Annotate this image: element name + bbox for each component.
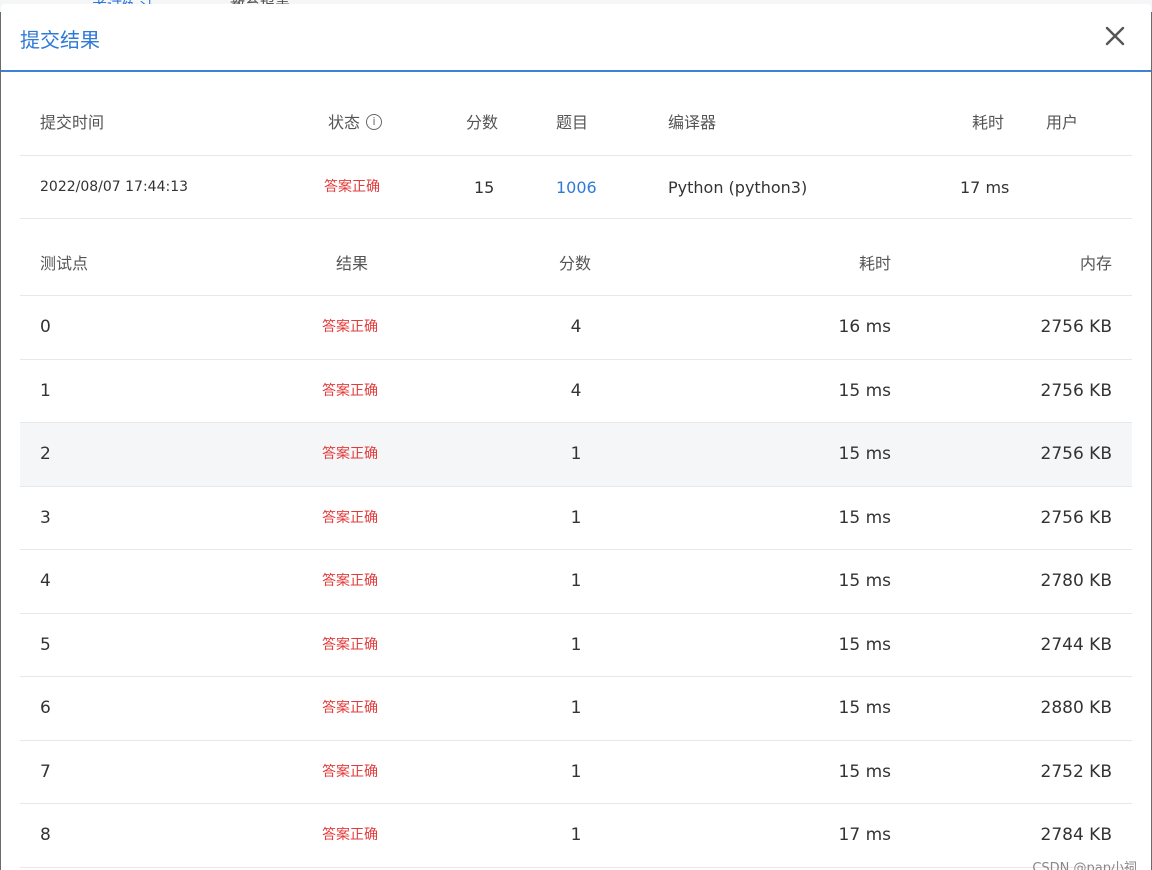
header-status-label: 状态 xyxy=(328,113,361,132)
problem-link[interactable]: 1006 xyxy=(556,156,597,219)
table-row: 3 答案正确 1 15 ms 2756 KB xyxy=(20,487,1132,550)
header-case-time: 耗时 xyxy=(858,254,891,273)
header-problem: 题目 xyxy=(556,113,589,132)
submission-result-modal: 提交结果 提交时间 状态 i 分数 题目 编译器 耗时 用户 2022/08/07… xyxy=(1,4,1151,870)
case-result: 答案正确 xyxy=(322,509,378,526)
case-index: 8 xyxy=(40,825,51,845)
case-memory: 2756 KB xyxy=(1040,444,1112,464)
case-time: 15 ms xyxy=(838,507,891,528)
case-index: 7 xyxy=(40,761,51,782)
case-time: 16 ms xyxy=(838,317,891,337)
table-row: 1 答案正确 4 15 ms 2756 KB xyxy=(20,360,1132,423)
submit-time-value: 2022/08/07 17:44:13 xyxy=(40,179,189,195)
case-score: 4 xyxy=(570,317,582,337)
case-time: 15 ms xyxy=(838,571,891,591)
case-time: 17 ms xyxy=(838,825,891,845)
case-result: 答案正确 xyxy=(322,382,378,399)
modal-title: 提交结果 xyxy=(20,28,100,52)
summary-data-row: 2022/08/07 17:44:13 答案正确 15 1006 Python … xyxy=(20,156,1132,219)
case-index: 6 xyxy=(40,698,51,718)
time-value: 17 ms xyxy=(960,178,1010,197)
case-score: 1 xyxy=(570,507,582,528)
watermark: CSDN @pap小祠 xyxy=(1032,861,1137,870)
case-memory: 2756 KB xyxy=(1040,317,1112,337)
case-index: 1 xyxy=(40,380,51,401)
modal-header: 提交结果 xyxy=(1,4,1151,72)
header-case: 测试点 xyxy=(40,254,89,273)
case-score: 1 xyxy=(570,825,582,845)
case-time: 15 ms xyxy=(838,761,891,782)
header-submit-time: 提交时间 xyxy=(40,113,105,132)
case-result: 答案正确 xyxy=(322,446,378,462)
header-case-score: 分数 xyxy=(559,254,592,273)
status-value: 答案正确 xyxy=(324,179,380,195)
header-result: 结果 xyxy=(336,254,369,273)
case-result: 答案正确 xyxy=(322,573,378,589)
case-memory: 2744 KB xyxy=(1040,634,1112,655)
case-time: 15 ms xyxy=(838,698,891,718)
case-score: 1 xyxy=(570,761,582,782)
table-row: 4 答案正确 1 15 ms 2780 KB xyxy=(20,550,1132,614)
header-compiler: 编译器 xyxy=(668,113,717,132)
summary-header-row: 提交时间 状态 i 分数 题目 编译器 耗时 用户 xyxy=(20,90,1132,156)
case-memory: 2880 KB xyxy=(1040,698,1112,718)
table-row: 8 答案正确 1 17 ms 2784 KB xyxy=(20,804,1132,868)
case-result: 答案正确 xyxy=(322,827,378,843)
case-index: 4 xyxy=(40,571,51,591)
case-memory: 2780 KB xyxy=(1040,571,1112,591)
case-index: 3 xyxy=(40,507,51,528)
testcase-rows: 0 答案正确 4 16 ms 2756 KB 1 答案正确 4 15 ms 2756 KB 2 答案正… xyxy=(20,296,1132,868)
case-result: 答案正确 xyxy=(322,763,378,780)
summary-table: 提交时间 状态 i 分数 题目 编译器 耗时 用户 2022/08/07 17:4… xyxy=(20,90,1132,219)
header-score: 分数 xyxy=(466,113,499,132)
case-result: 答案正确 xyxy=(322,319,378,335)
case-memory: 2756 KB xyxy=(1040,380,1112,401)
header-user: 用户 xyxy=(1046,113,1079,132)
case-score: 1 xyxy=(570,444,582,464)
header-status: 状态 i xyxy=(328,90,383,156)
case-score: 1 xyxy=(570,571,582,591)
testcase-table: 测试点 结果 分数 耗时 内存 0 答案正确 4 16 ms 2756 KB 1 答案正确 4… xyxy=(20,232,1132,868)
table-row: 2 答案正确 1 15 ms 2756 KB xyxy=(20,423,1132,487)
case-memory: 2752 KB xyxy=(1040,761,1112,782)
header-time: 耗时 xyxy=(972,113,1005,132)
case-score: 1 xyxy=(570,634,582,655)
compiler-value: Python (python3) xyxy=(668,178,808,197)
case-index: 2 xyxy=(40,444,51,464)
table-row: 5 答案正确 1 15 ms 2744 KB xyxy=(20,614,1132,677)
case-index: 5 xyxy=(40,634,51,655)
header-memory: 内存 xyxy=(1079,254,1112,273)
case-score: 4 xyxy=(570,380,582,401)
close-icon[interactable] xyxy=(1103,24,1127,48)
score-value: 15 xyxy=(474,178,495,197)
case-index: 0 xyxy=(40,317,51,337)
testcase-header-row: 测试点 结果 分数 耗时 内存 xyxy=(20,232,1132,296)
case-result: 答案正确 xyxy=(322,700,378,716)
case-memory: 2756 KB xyxy=(1040,507,1112,528)
case-score: 1 xyxy=(570,698,582,718)
table-row: 6 答案正确 1 15 ms 2880 KB xyxy=(20,677,1132,741)
case-time: 15 ms xyxy=(838,444,891,464)
case-result: 答案正确 xyxy=(322,636,378,653)
case-time: 15 ms xyxy=(838,634,891,655)
info-icon[interactable]: i xyxy=(366,113,383,130)
table-row: 7 答案正确 1 15 ms 2752 KB xyxy=(20,741,1132,804)
table-row: 0 答案正确 4 16 ms 2756 KB xyxy=(20,296,1132,360)
case-time: 15 ms xyxy=(838,380,891,401)
